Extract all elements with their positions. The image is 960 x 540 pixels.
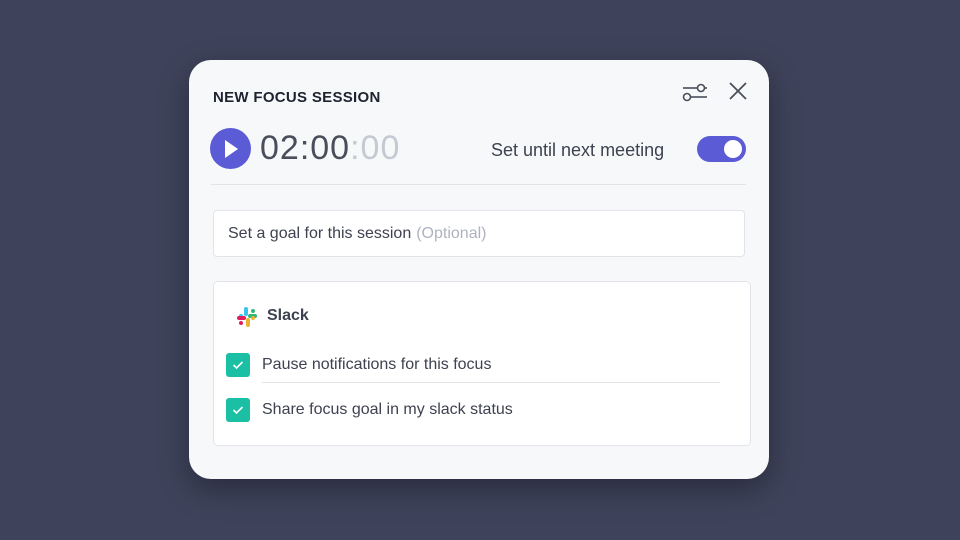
share-goal-option[interactable]: Share focus goal in my slack status [226,398,513,422]
share-goal-label: Share focus goal in my slack status [262,401,513,418]
timer-seconds: :00 [350,129,401,167]
goal-placeholder: Set a goal for this session [228,224,412,242]
pause-notifications-label: Pause notifications for this focus [262,356,492,373]
focus-session-dialog: NEW FOCUS SESSION 02:00:00 Set until nex… [189,60,769,479]
checkmark-icon [232,406,244,415]
timer-main: 02:00 [260,129,351,167]
meeting-toggle-label: Set until next meeting [491,140,665,160]
sliders-icon [682,83,707,102]
goal-optional-hint: (Optional) [416,224,487,242]
share-goal-checkbox[interactable] [226,398,250,422]
close-button[interactable] [727,80,749,102]
pause-notifications-checkbox[interactable] [226,353,250,377]
dialog-title: NEW FOCUS SESSION [213,89,381,106]
settings-button[interactable] [681,80,709,104]
goal-input[interactable]: Set a goal for this session (Optional) [213,210,745,257]
pause-notifications-option[interactable]: Pause notifications for this focus [226,353,491,377]
checkmark-icon [232,361,244,370]
toggle-knob [724,140,742,158]
slack-logo-icon [237,307,257,327]
timer-display[interactable]: 02:00:00 [260,128,400,168]
meeting-toggle[interactable] [697,136,746,162]
close-icon [729,82,747,100]
play-button[interactable] [210,128,251,169]
option-divider [262,382,720,383]
divider [211,184,746,185]
slack-title: Slack [267,307,309,324]
play-icon [224,139,238,158]
slack-integration-panel: Slack Pause notifications for this focus… [213,281,751,446]
